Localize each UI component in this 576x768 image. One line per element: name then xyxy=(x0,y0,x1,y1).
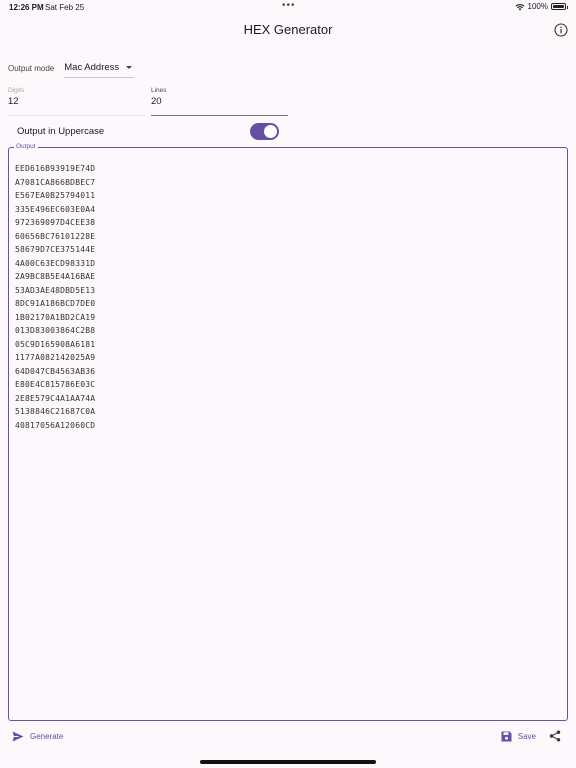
status-time: 12:26 PM xyxy=(9,3,44,12)
page-title: HEX Generator xyxy=(243,22,333,37)
chevron-down-icon xyxy=(126,65,133,69)
share-button[interactable] xyxy=(548,726,562,746)
lines-value: 20 xyxy=(151,96,162,107)
send-icon xyxy=(12,731,24,741)
output-label: Output xyxy=(14,143,38,151)
save-button[interactable]: Save xyxy=(501,726,536,746)
output-line: 1177A082142025A9 xyxy=(15,353,96,362)
app-bar: HEX Generator xyxy=(0,14,576,46)
uppercase-row: Output in Uppercase xyxy=(17,121,279,141)
toggle-knob xyxy=(264,124,277,138)
lines-field[interactable]: Lines 20 xyxy=(151,87,288,116)
output-line: E80E4C815786E03C xyxy=(15,380,96,389)
output-lines: EED616B93919E74D A7081CA866BDBEC7 E567EA0B… xyxy=(15,162,95,432)
output-line: 2A9BC8B5E4A16BAE xyxy=(15,272,96,281)
output-line: 013D83003864C2B8 xyxy=(15,326,96,335)
floppy-disk-icon xyxy=(501,731,512,741)
status-bar: 12:26 PM Sat Feb 25 ••• 100% xyxy=(0,0,576,14)
digits-label: Digits xyxy=(8,87,25,94)
multitasking-dots[interactable]: ••• xyxy=(282,0,296,11)
output-line: 60656BC76101228E xyxy=(15,231,96,241)
output-line: 40817056A12060CD xyxy=(15,420,96,430)
output-textarea[interactable]: Output EED616B93919E74D A7081CA866BDBEC7 E… xyxy=(8,143,568,721)
output-line: 5138846C21687C0A xyxy=(15,407,96,416)
generate-button[interactable]: Generate xyxy=(12,726,63,746)
share-icon xyxy=(549,730,561,742)
digits-field[interactable]: Digits 12 xyxy=(8,87,145,116)
info-icon[interactable] xyxy=(554,23,568,37)
output-line: 58679D7CE375144E xyxy=(15,245,96,254)
lines-label: Lines xyxy=(151,87,167,94)
bottom-bar: Generate Save xyxy=(0,726,576,746)
output-mode-dropdown[interactable]: Mac Address xyxy=(64,58,135,78)
output-line: 335E496EC603E0A4 xyxy=(15,204,96,214)
output-line: 53AD3AE48DBD5E13 xyxy=(15,285,96,295)
status-indicators: 100% xyxy=(515,2,568,11)
output-mode-value: Mac Address xyxy=(64,61,120,73)
wifi-icon xyxy=(515,3,524,10)
output-mode-label: Output mode xyxy=(8,63,55,73)
output-line: E567EA0B25794011 xyxy=(15,191,96,200)
digits-value: 12 xyxy=(8,96,19,107)
output-line: A7081CA866BDBEC7 xyxy=(15,177,96,187)
output-line: 2E8E579C4A1AA74A xyxy=(15,393,96,403)
battery-icon xyxy=(551,3,568,10)
status-date: Sat Feb 25 xyxy=(45,3,85,12)
output-line: EED616B93919E74D xyxy=(15,164,96,173)
uppercase-label: Output in Uppercase xyxy=(17,125,105,137)
output-line: 972369097D4CEE38 xyxy=(15,218,96,227)
save-label: Save xyxy=(517,731,536,741)
output-line: 4A00C63ECD98331D xyxy=(15,258,96,268)
uppercase-toggle[interactable] xyxy=(250,122,279,140)
generate-label: Generate xyxy=(30,731,64,741)
output-line: 1B02170A1BD2CA19 xyxy=(15,312,96,322)
screen: 12:26 PM Sat Feb 25 ••• 100% HEX Generat… xyxy=(0,0,576,768)
output-line: 64D047CB4563AB36 xyxy=(15,366,96,376)
battery-percent: 100% xyxy=(527,2,548,11)
output-line: 05C9D165908A6181 xyxy=(15,339,96,349)
output-line: 8DC91A186BCD7DE0 xyxy=(15,299,96,308)
home-indicator[interactable] xyxy=(200,760,376,764)
output-mode-row: Output mode Mac Address xyxy=(8,58,135,78)
